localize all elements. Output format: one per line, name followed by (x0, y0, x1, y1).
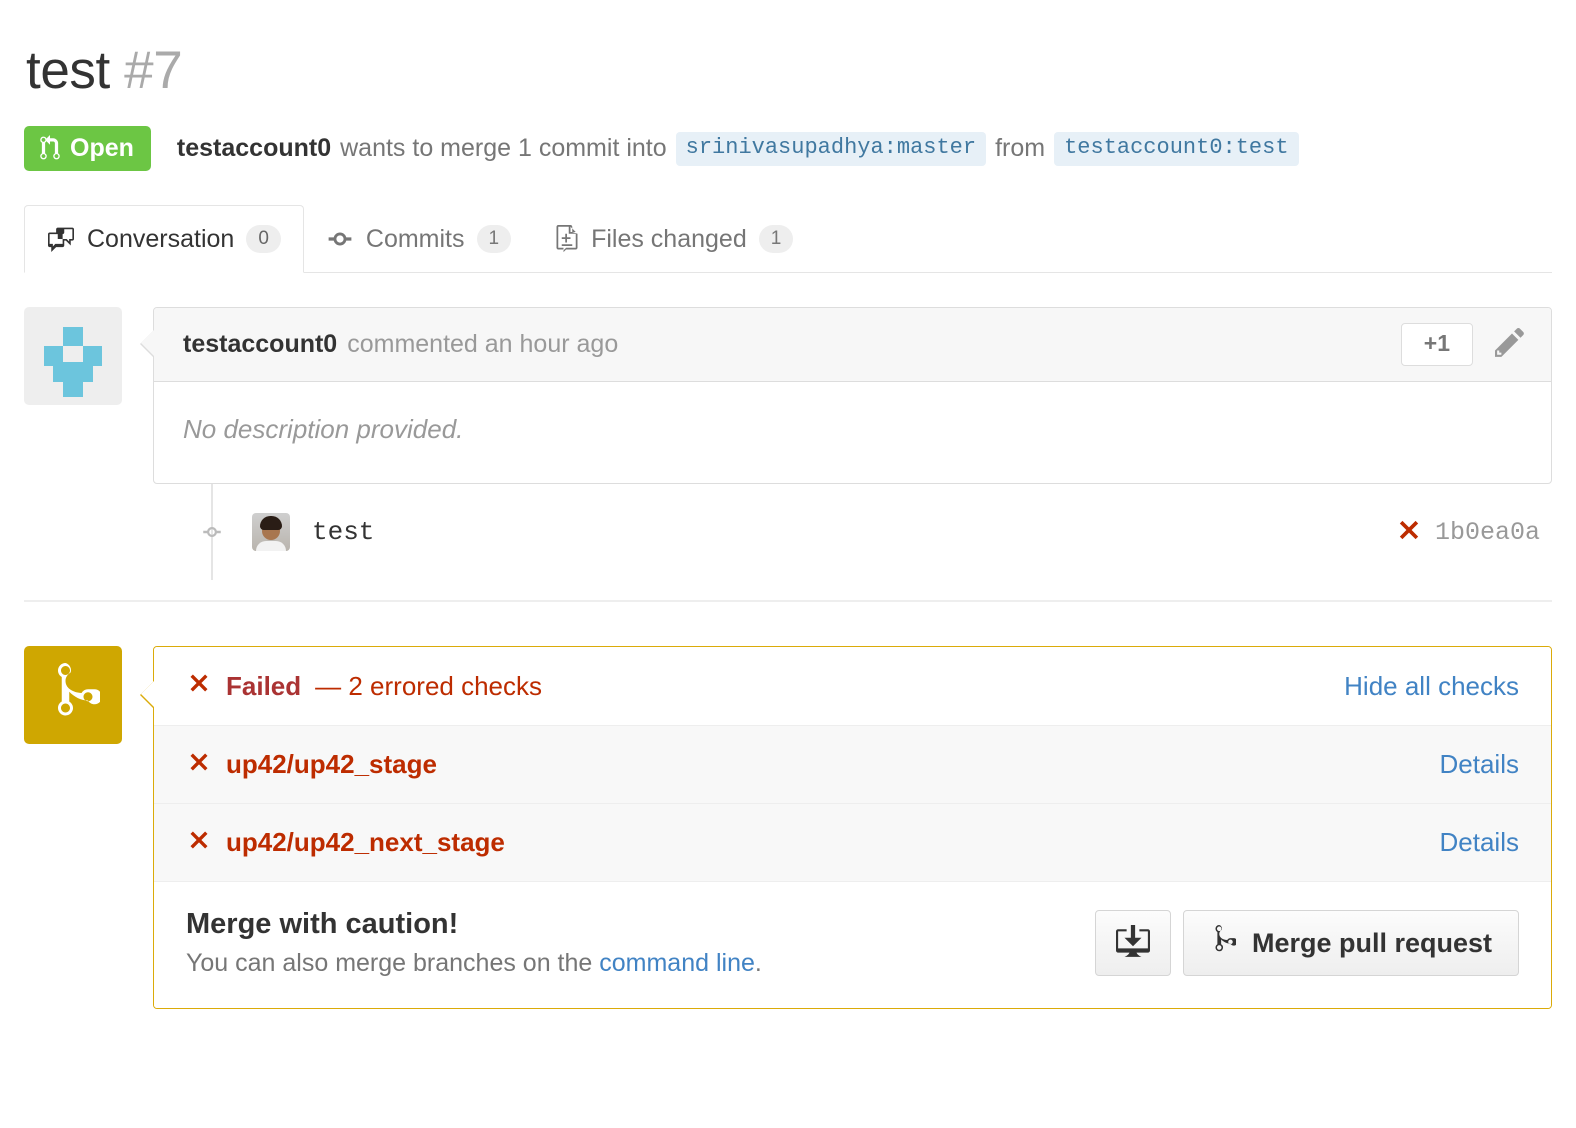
check-name[interactable]: up42/up42_next_stage (226, 827, 505, 858)
x-icon (186, 827, 212, 858)
check-details-link[interactable]: Details (1440, 749, 1519, 780)
commit-row: test 1b0ea0a (24, 484, 1552, 581)
pr-number: #7 (124, 41, 183, 100)
comment-author[interactable]: testaccount0 (183, 330, 337, 359)
base-branch-chip[interactable]: srinivasupadhya:master (675, 131, 987, 166)
conversation-timeline: testaccount0 commented an hour ago +1 No… (24, 307, 1552, 1010)
status-badge: Open (24, 126, 151, 172)
hide-all-checks-link[interactable]: Hide all checks (1344, 671, 1519, 702)
tab-commits-label: Commits (365, 225, 465, 254)
pencil-icon[interactable] (1495, 325, 1529, 364)
tab-conversation-label: Conversation (87, 225, 235, 254)
command-line-link[interactable]: command line (599, 949, 755, 977)
merge-phrase-1: wants to merge 1 commit into (340, 134, 667, 163)
check-details-link[interactable]: Details (1440, 827, 1519, 858)
git-commit-icon (326, 226, 354, 252)
merge-status-area: Failed — 2 errored checks Hide all check… (24, 646, 1552, 1010)
git-merge-icon (1210, 924, 1238, 962)
merge-description-suffix: . (754, 949, 762, 978)
checks-status: Failed — 2 errored checks (186, 670, 542, 703)
avatar[interactable] (24, 307, 122, 406)
git-merge-icon (46, 662, 102, 728)
comment-body: No description provided. (183, 414, 464, 445)
commit-author-avatar[interactable] (252, 513, 290, 552)
tab-commits[interactable]: Commits 1 (304, 205, 533, 273)
git-commit-node-icon (196, 525, 228, 539)
git-pull-request-icon (39, 135, 61, 161)
merge-pull-request-button[interactable]: Merge pull request (1182, 910, 1519, 977)
comment-discussion-icon (47, 226, 75, 253)
commit-status: 1b0ea0a (1395, 516, 1552, 549)
pr-meta-row: Open testaccount0 wants to merge 1 commi… (24, 126, 1552, 172)
checks-header: Failed — 2 errored checks Hide all check… (154, 647, 1551, 726)
comment-block: testaccount0 commented an hour ago +1 No… (24, 307, 1552, 485)
diff-file-icon (555, 225, 579, 253)
tab-conversation-count: 0 (246, 225, 281, 254)
check-row: up42/up42_next_stage Details (154, 803, 1551, 882)
x-icon (186, 749, 212, 780)
timeline-divider (24, 600, 1552, 603)
merge-description: You can also merge branches on the comma… (186, 949, 762, 978)
merge-phrase-2: from (995, 134, 1046, 163)
checks-status-detail: — 2 errored checks (315, 670, 543, 701)
tab-files-changed[interactable]: Files changed 1 (533, 205, 815, 273)
comment-header: testaccount0 commented an hour ago +1 (154, 308, 1551, 383)
tab-commits-count: 1 (476, 225, 512, 254)
comment-timestamp: commented an hour ago (347, 330, 619, 359)
merge-pull-request-label: Merge pull request (1251, 927, 1492, 958)
merge-status-box: Failed — 2 errored checks Hide all check… (140, 646, 1552, 1010)
commit-message[interactable]: test (312, 517, 374, 547)
commit-sha[interactable]: 1b0ea0a (1435, 518, 1540, 547)
reaction-plus-one-button[interactable]: +1 (1400, 323, 1473, 367)
desktop-download-icon (1115, 924, 1150, 962)
check-row: up42/up42_stage Details (154, 725, 1551, 804)
page-title: test #7 (26, 41, 1552, 100)
status-badge-label: Open (70, 133, 134, 162)
checks-status-label: Failed (226, 670, 302, 701)
tab-files-changed-label: Files changed (591, 225, 747, 254)
open-in-desktop-button[interactable] (1094, 910, 1171, 977)
head-branch-chip[interactable]: testaccount0:test (1054, 131, 1299, 166)
merge-heading: Merge with caution! (186, 908, 459, 941)
merge-description: testaccount0 wants to merge 1 commit int… (177, 131, 1299, 166)
x-icon[interactable] (1395, 516, 1423, 549)
merge-footer: Merge with caution! You can also merge b… (154, 881, 1551, 1009)
check-name[interactable]: up42/up42_stage (226, 749, 437, 780)
merge-description-prefix: You can also merge branches on the (186, 949, 600, 978)
pr-tabs: Conversation 0 Commits 1 Files changed 1 (24, 205, 1552, 274)
comment-card: testaccount0 commented an hour ago +1 No… (140, 307, 1552, 485)
pr-author[interactable]: testaccount0 (177, 134, 331, 163)
pull-request-page: test #7 Open testaccount0 wants to merge… (0, 41, 1576, 1010)
x-icon (186, 670, 212, 703)
tab-conversation[interactable]: Conversation 0 (24, 205, 304, 274)
merge-status-avatar (24, 646, 122, 745)
pr-title-text: test (26, 41, 110, 100)
merge-footer-texts: Merge with caution! You can also merge b… (186, 908, 762, 978)
merge-buttons: Merge pull request (1094, 910, 1519, 977)
tab-files-changed-count: 1 (758, 225, 794, 254)
